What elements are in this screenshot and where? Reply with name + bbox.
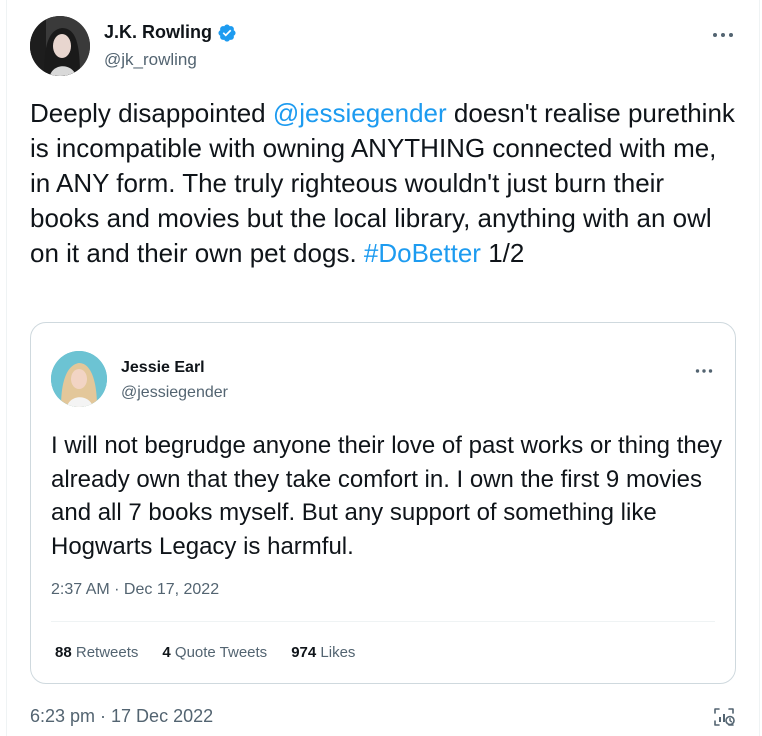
quote-tweets-stat[interactable]: 4 Quote Tweets [162, 644, 267, 661]
tweet-text-part: 1/2 [480, 238, 525, 268]
hashtag-link[interactable]: #DoBetter [364, 238, 481, 268]
tweet-text-part: Deeply disappointed [30, 98, 273, 128]
likes-count: 974 [291, 644, 317, 661]
author-display-name[interactable]: J.K. Rowling [104, 22, 212, 43]
likes-label: Likes [320, 644, 356, 661]
quoted-tweet-stats: 88 Retweets 4 Quote Tweets 974 Likes [55, 644, 355, 661]
retweets-label: Retweets [75, 644, 139, 661]
quote-tweets-count: 4 [162, 644, 171, 661]
quote-tweets-label: Quote Tweets [174, 644, 268, 661]
quoted-author-avatar[interactable] [51, 351, 107, 407]
quoted-author-display-name[interactable]: Jessie Earl [121, 359, 205, 377]
quoted-tweet-text: I will not begrudge anyone their love of… [51, 432, 723, 560]
verified-badge-icon [217, 23, 237, 43]
quoted-author-handle[interactable]: @jessiegender [121, 384, 228, 402]
mention-link[interactable]: @jessiegender [273, 98, 447, 128]
divider [51, 621, 715, 622]
author-handle[interactable]: @jk_rowling [104, 50, 197, 70]
tweet-text: Deeply disappointed @jessiegender doesn'… [30, 96, 740, 271]
more-horizontal-icon[interactable] [712, 26, 738, 40]
quoted-tweet-card[interactable]: Jessie Earl @jessiegender I will not beg… [30, 322, 736, 684]
author-avatar[interactable] [30, 16, 90, 76]
quoted-more-horizontal-icon[interactable] [695, 361, 713, 377]
retweets-count: 88 [55, 644, 72, 661]
likes-stat[interactable]: 974 Likes [291, 644, 355, 661]
tweet-timestamp[interactable]: 6:23 pm · 17 Dec 2022 [30, 706, 213, 727]
quoted-tweet-timestamp[interactable]: 2:37 AM · Dec 17, 2022 [51, 581, 219, 599]
analytics-icon[interactable] [712, 705, 736, 729]
author-name-row: J.K. Rowling [104, 22, 237, 43]
retweets-stat[interactable]: 88 Retweets [55, 644, 138, 661]
